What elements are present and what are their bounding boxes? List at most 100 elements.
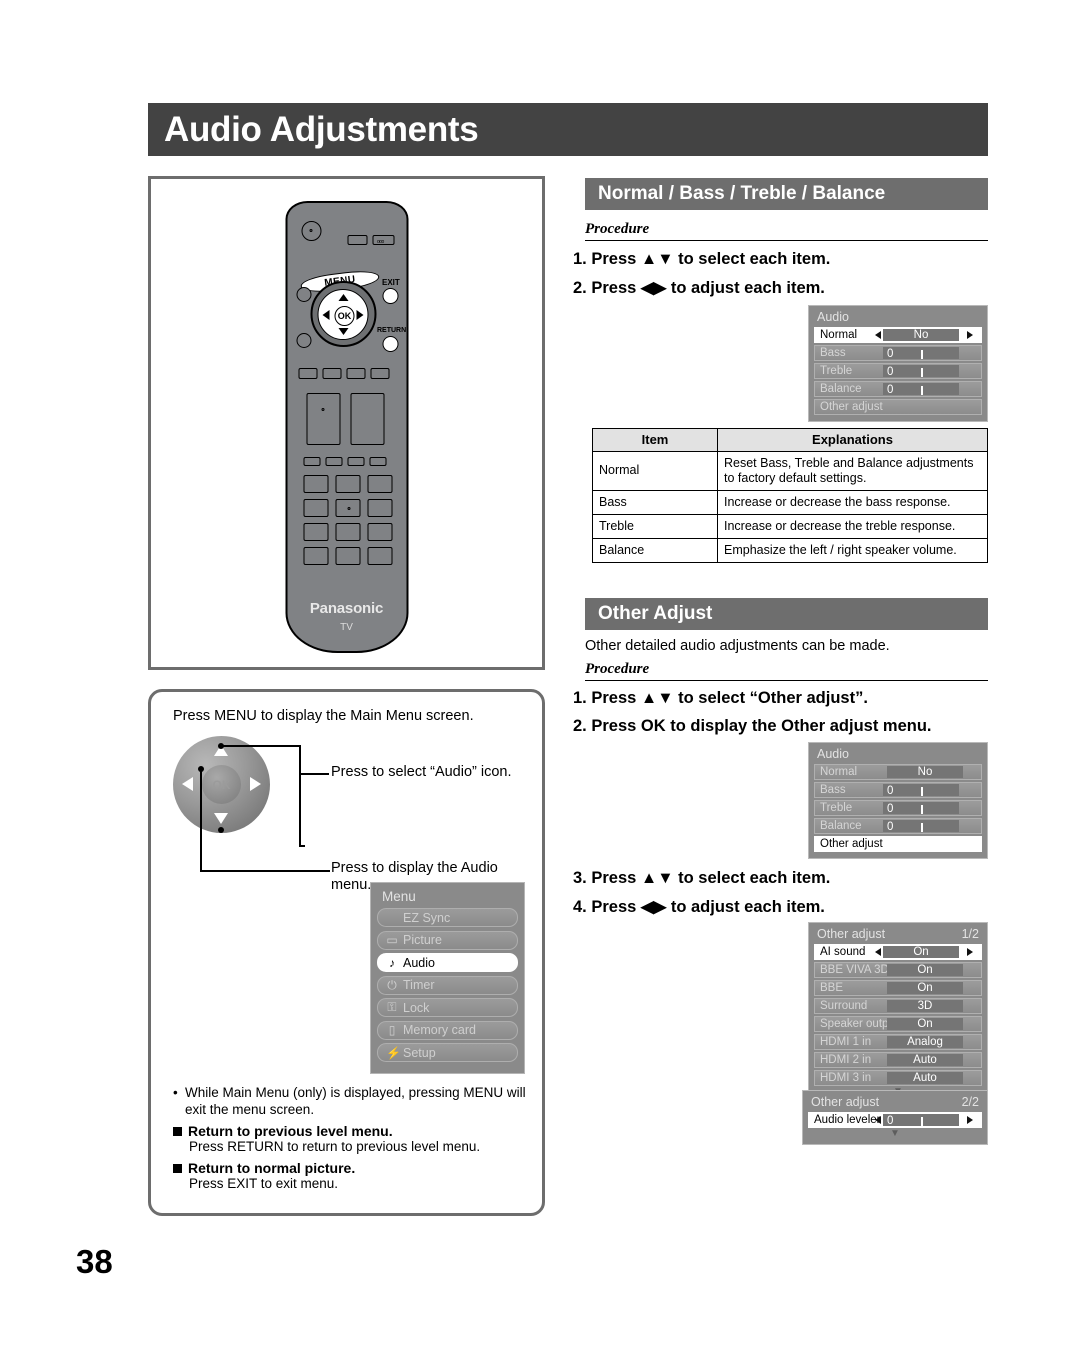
right-arrow-icon[interactable] bbox=[967, 331, 973, 339]
menu-item-label: Setup bbox=[403, 1045, 436, 1060]
note-head-return-normal: Return to normal picture. bbox=[173, 1160, 533, 1176]
balance-slider[interactable]: 0 bbox=[883, 383, 959, 396]
menu-item-lock[interactable]: ⚿ Lock bbox=[377, 998, 518, 1017]
audio-osd-2-row-treble[interactable]: Treble 0 bbox=[814, 800, 982, 816]
menu-navigation-box: Press MENU to display the Main Menu scre… bbox=[148, 689, 545, 1216]
remote-side-button-2 bbox=[296, 333, 311, 348]
audio-osd-1-row-normal[interactable]: Normal No bbox=[814, 327, 982, 343]
table-cell-explanation: Reset Bass, Treble and Balance adjustmen… bbox=[717, 450, 988, 491]
remote-brand-logo: Panasonic bbox=[309, 600, 384, 617]
remote-brand-subtitle: TV bbox=[340, 622, 353, 633]
slider-tick bbox=[921, 823, 923, 832]
other-adjust-row-hdmi-1-in[interactable]: HDMI 1 in Analog bbox=[814, 1034, 982, 1050]
slider-tick bbox=[921, 368, 923, 377]
notes-section: • While Main Menu (only) is displayed, p… bbox=[173, 1085, 533, 1193]
power-dot-icon bbox=[309, 229, 312, 232]
table-row: Bass Increase or decrease the bass respo… bbox=[592, 489, 988, 515]
treble-slider[interactable]: 0 bbox=[883, 802, 959, 815]
press-menu-instruction: Press MENU to display the Main Menu scre… bbox=[173, 708, 474, 724]
row-label: Normal bbox=[820, 329, 858, 341]
remote-keypad-11 bbox=[335, 547, 360, 565]
bass-slider[interactable]: 0 bbox=[883, 347, 959, 360]
main-menu-osd: Menu EZ Sync ▭ Picture ♪ Audio ⏻ Timer ⚿… bbox=[370, 882, 525, 1074]
other-adjust-row-hdmi-2-in[interactable]: HDMI 2 in Auto bbox=[814, 1052, 982, 1068]
other-adjust-row-audio-leveler[interactable]: Audio leveler 0 bbox=[808, 1112, 982, 1128]
row-value: On bbox=[887, 982, 963, 994]
note-head-text: Return to previous level menu. bbox=[188, 1122, 393, 1139]
audio-osd-2-row-other-adjust[interactable]: Other adjust bbox=[814, 836, 982, 852]
table-cell-item: Bass bbox=[592, 489, 718, 515]
slider-tick bbox=[921, 386, 923, 395]
page-title-bar: Audio Adjustments bbox=[148, 103, 988, 156]
audio-osd-2-row-bass[interactable]: Bass 0 bbox=[814, 782, 982, 798]
balance-slider[interactable]: 0 bbox=[883, 820, 959, 833]
remote-strip-button-2 bbox=[325, 457, 342, 466]
menu-item-timer[interactable]: ⏻ Timer bbox=[377, 975, 518, 995]
other-adjust-row-speaker-output[interactable]: Speaker output On bbox=[814, 1016, 982, 1032]
menu-item-picture[interactable]: ▭ Picture bbox=[377, 930, 518, 950]
menu-item-audio[interactable]: ♪ Audio bbox=[377, 953, 518, 972]
audio-note-icon: ♪ bbox=[389, 955, 395, 970]
row-label: Treble bbox=[820, 802, 853, 814]
leader-line-up-v bbox=[299, 745, 301, 847]
menu-item-ez-sync[interactable]: EZ Sync bbox=[377, 908, 518, 927]
remote-keypad-9 bbox=[367, 523, 392, 541]
left-arrow-icon[interactable] bbox=[875, 1116, 881, 1124]
row-label: Balance bbox=[820, 383, 862, 395]
remote-illustration-box: ooo MENU OK EXIT RETURN bbox=[148, 176, 545, 670]
table-cell-item: Normal bbox=[592, 450, 718, 491]
remote-down-arrow-icon bbox=[338, 327, 349, 335]
left-arrow-icon[interactable] bbox=[875, 331, 881, 339]
treble-slider[interactable]: 0 bbox=[883, 365, 959, 378]
step-2: 2. Press ◀▶ to adjust each item. bbox=[573, 279, 825, 297]
other-adjust-row-bbe[interactable]: BBE On bbox=[814, 980, 982, 996]
other-adjust-row-hdmi-3-in[interactable]: HDMI 3 in Auto bbox=[814, 1070, 982, 1086]
audio-leveler-slider[interactable]: 0 bbox=[883, 1114, 959, 1127]
remote-control-graphic: ooo MENU OK EXIT RETURN bbox=[285, 201, 408, 653]
remote-right-arrow-icon bbox=[356, 309, 364, 320]
audio-osd-2-row-balance[interactable]: Balance 0 bbox=[814, 818, 982, 834]
right-arrow-icon[interactable] bbox=[967, 1116, 973, 1124]
remote-color-button-1 bbox=[298, 368, 317, 379]
other-adjust-scroll-up-icon[interactable]: ▼ bbox=[808, 1128, 982, 1139]
audio-osd-2: Audio Normal No Bass 0 Treble 0 Balance … bbox=[808, 742, 988, 859]
slider-tick bbox=[921, 787, 923, 796]
other-adjust-row-surround[interactable]: Surround 3D bbox=[814, 998, 982, 1014]
audio-osd-1-row-treble[interactable]: Treble 0 bbox=[814, 363, 982, 379]
other-adjust-row-bbe-viva-3d[interactable]: BBE VIVA 3D On bbox=[814, 962, 982, 978]
bass-slider[interactable]: 0 bbox=[883, 784, 959, 797]
menu-item-setup[interactable]: ⚡ Setup bbox=[377, 1043, 518, 1062]
menu-item-memory-card[interactable]: ▯ Memory card bbox=[377, 1020, 518, 1040]
remote-power-button bbox=[301, 221, 321, 241]
remote-volume-rocker bbox=[306, 393, 340, 445]
lock-icon: ⚿ bbox=[387, 1000, 397, 1014]
page-number: 38 bbox=[76, 1243, 113, 1280]
audio-osd-1-row-balance[interactable]: Balance 0 bbox=[814, 381, 982, 397]
explanations-table: Item Explanations Normal Reset Bass, Tre… bbox=[592, 428, 988, 563]
audio-osd-2-row-normal[interactable]: Normal No bbox=[814, 764, 982, 780]
row-label: HDMI 2 in bbox=[820, 1054, 872, 1066]
other-adjust-osd-1-header: Other adjust 1/2 bbox=[814, 926, 982, 944]
right-arrow-icon[interactable] bbox=[967, 948, 973, 956]
okpad-ok-button: OK bbox=[202, 765, 241, 804]
leader-line-callout1 bbox=[299, 773, 329, 775]
audio-osd-1-row-bass[interactable]: Bass 0 bbox=[814, 345, 982, 361]
row-value: 0 bbox=[887, 348, 894, 360]
other-adjust-row-ai-sound[interactable]: AI sound On bbox=[814, 944, 982, 960]
row-label: Bass bbox=[820, 347, 846, 359]
table-row: Balance Emphasize the left / right speak… bbox=[592, 537, 988, 563]
left-arrow-icon[interactable] bbox=[875, 948, 881, 956]
note-sub-return-previous: Press RETURN to return to previous level… bbox=[189, 1138, 481, 1154]
timer-power-icon: ⏻ bbox=[387, 977, 397, 992]
audio-osd-2-title: Audio bbox=[817, 747, 849, 761]
row-label: Bass bbox=[820, 784, 846, 796]
okpad-diagram: OK bbox=[173, 736, 270, 833]
table-cell-item: Balance bbox=[592, 537, 718, 563]
audio-osd-1-row-other-adjust[interactable]: Other adjust bbox=[814, 399, 982, 415]
picture-icon: ▭ bbox=[386, 933, 398, 947]
table-header-row: Item Explanations bbox=[592, 428, 988, 452]
table-header-item: Item bbox=[592, 428, 718, 452]
remote-left-arrow-icon bbox=[322, 309, 330, 320]
slider-tick bbox=[921, 805, 923, 814]
bullet-icon: • bbox=[173, 1085, 178, 1100]
